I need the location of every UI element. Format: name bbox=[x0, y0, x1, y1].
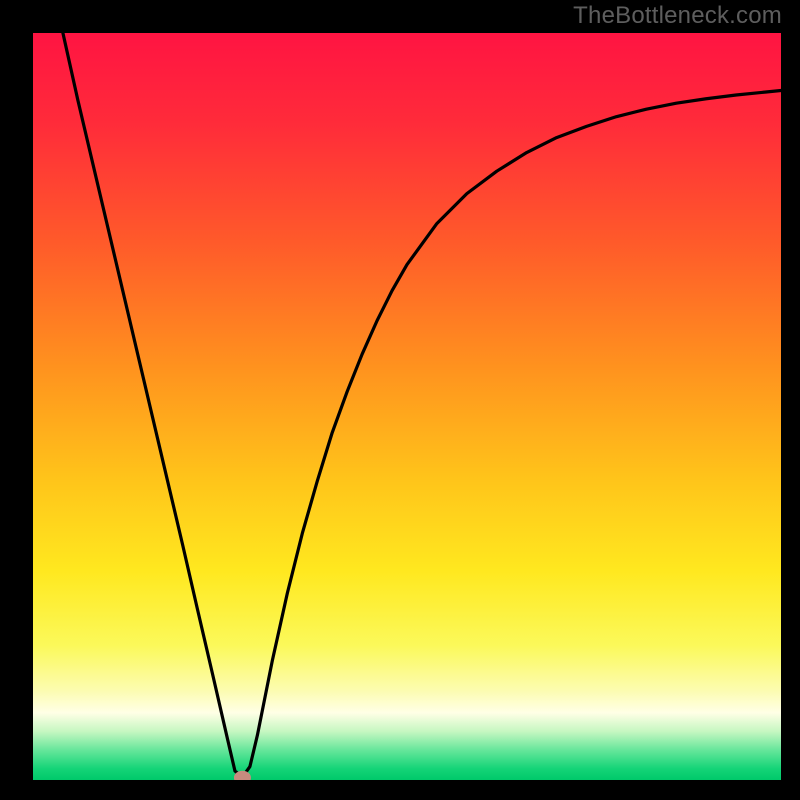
watermark-text: TheBottleneck.com bbox=[573, 2, 782, 30]
curve-layer bbox=[33, 33, 781, 780]
chart-frame: TheBottleneck.com bbox=[0, 0, 800, 800]
bottleneck-curve bbox=[63, 33, 781, 777]
plot-area bbox=[33, 33, 781, 780]
